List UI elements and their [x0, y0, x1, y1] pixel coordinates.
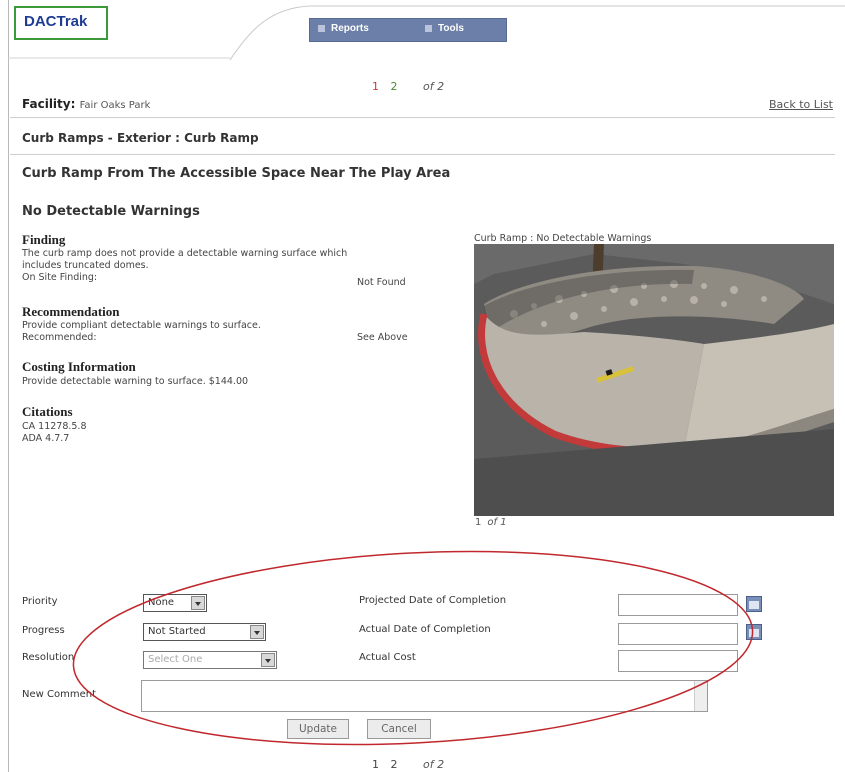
- pager-of-label: of 2: [423, 758, 445, 771]
- nav-reports-label: Reports: [331, 23, 369, 34]
- projected-date-input[interactable]: [618, 594, 738, 616]
- chevron-down-icon: [250, 625, 264, 639]
- back-to-list-link[interactable]: Back to List: [769, 98, 833, 111]
- pager-page-2[interactable]: 2: [391, 80, 398, 93]
- actual-date-input[interactable]: [618, 623, 738, 645]
- finding-text-line1: The curb ramp does not provide a detecta…: [22, 248, 348, 259]
- new-comment-textarea[interactable]: [141, 680, 708, 712]
- actual-date-label: Actual Date of Completion: [359, 624, 491, 635]
- progress-select-value: Not Started: [148, 626, 206, 637]
- nav-reports[interactable]: Reports: [318, 23, 369, 34]
- logo-text: DACTrak: [24, 13, 88, 30]
- priority-select-value: None: [148, 597, 175, 608]
- item-title: Curb Ramp From The Accessible Space Near…: [22, 166, 451, 181]
- priority-label: Priority: [22, 596, 58, 607]
- costing-heading: Costing Information: [22, 359, 136, 374]
- pager-of-label: of 2: [423, 80, 445, 93]
- facility-label: Facility:: [22, 97, 76, 111]
- citation-item: ADA 4.7.7: [22, 433, 70, 444]
- cancel-button[interactable]: Cancel: [367, 719, 431, 739]
- progress-label: Progress: [22, 625, 65, 636]
- dactrak-logo[interactable]: DACTrak: [14, 6, 108, 40]
- facility-line: Facility: Fair Oaks Park: [22, 97, 150, 111]
- finding-text-line2: includes truncated domes.: [22, 260, 149, 271]
- issue-title: No Detectable Warnings: [22, 204, 200, 219]
- chevron-down-icon: [261, 653, 275, 667]
- report-icon: [318, 24, 325, 32]
- citation-item: CA 11278.5.8: [22, 421, 87, 432]
- facility-value: Fair Oaks Park: [79, 100, 151, 111]
- calendar-icon[interactable]: [746, 596, 762, 612]
- chevron-down-icon: [191, 596, 205, 610]
- recommendation-heading: Recommendation: [22, 304, 120, 319]
- recommended-label: Recommended:: [22, 332, 97, 343]
- pager-page-1[interactable]: 1: [372, 80, 379, 93]
- calendar-icon[interactable]: [746, 624, 762, 640]
- new-comment-label: New Comment: [22, 689, 96, 700]
- recommendation-text-line: Provide compliant detectable warnings to…: [22, 320, 261, 331]
- actual-cost-label: Actual Cost: [359, 652, 416, 663]
- textarea-scrollbar[interactable]: [694, 681, 707, 711]
- projected-date-label: Projected Date of Completion: [359, 595, 507, 606]
- resolution-select[interactable]: Select One: [143, 651, 277, 669]
- resolution-select-value: Select One: [148, 654, 203, 665]
- actual-cost-input[interactable]: [618, 650, 738, 672]
- main-nav: Reports Tools: [309, 18, 507, 42]
- curb-ramp-photo[interactable]: [474, 244, 834, 516]
- costing-text: Provide detectable warning to surface. $…: [22, 376, 249, 387]
- progress-select[interactable]: Not Started: [143, 623, 266, 641]
- divider: [10, 117, 835, 118]
- category-title: Curb Ramps - Exterior : Curb Ramp: [22, 131, 259, 145]
- recommendation-text: Provide compliant detectable warnings to…: [22, 320, 261, 344]
- photo-caption: Curb Ramp : No Detectable Warnings: [474, 233, 652, 244]
- pager-page-1[interactable]: 1: [372, 758, 379, 771]
- recommended-value: See Above: [357, 332, 408, 343]
- onsite-finding-label: On Site Finding:: [22, 272, 98, 283]
- finding-text: The curb ramp does not provide a detecta…: [22, 248, 347, 284]
- photo-pager-current[interactable]: 1: [475, 517, 481, 528]
- priority-select[interactable]: None: [143, 594, 207, 612]
- citations-heading: Citations: [22, 404, 73, 419]
- onsite-finding-value: Not Found: [357, 277, 406, 288]
- finding-heading: Finding: [22, 232, 66, 247]
- nav-tools[interactable]: Tools: [425, 23, 464, 34]
- photo-pager-of: of 1: [487, 517, 507, 528]
- pager-page-2[interactable]: 2: [391, 758, 398, 771]
- citations-list: CA 11278.5.8 ADA 4.7.7: [22, 421, 87, 445]
- pager-bottom: 1 2 of 2: [372, 758, 444, 771]
- divider: [10, 154, 835, 155]
- update-button[interactable]: Update: [287, 719, 349, 739]
- pager-top: 1 2 of 2: [372, 80, 444, 93]
- photo-pager: 1 of 1: [475, 517, 507, 528]
- nav-tools-label: Tools: [438, 23, 464, 34]
- tools-icon: [425, 24, 432, 32]
- photo-illustration: [474, 244, 834, 516]
- resolution-label: Resolution: [22, 652, 75, 663]
